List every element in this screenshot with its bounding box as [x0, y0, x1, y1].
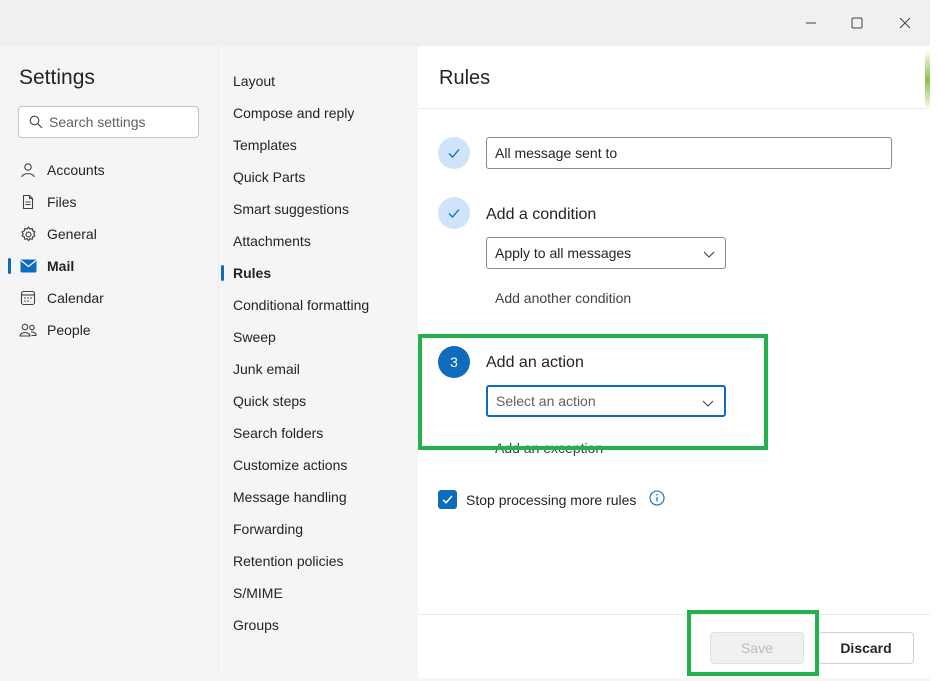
mail-settings-list: Layout Compose and reply Templates Quick…: [219, 65, 419, 641]
rules-header: Rules: [418, 46, 930, 109]
info-icon[interactable]: [649, 490, 667, 508]
rules-panel: Rules All message sent to Add a conditio…: [418, 46, 930, 678]
mail-nav-item-attachments[interactable]: Attachments: [219, 225, 419, 257]
nav-item-label: Calendar: [47, 290, 104, 306]
save-button[interactable]: Save: [710, 632, 804, 664]
mail-nav-item-sweep[interactable]: Sweep: [219, 321, 419, 353]
mail-nav-item-quick-parts[interactable]: Quick Parts: [219, 161, 419, 193]
close-button[interactable]: [894, 12, 916, 34]
rule-name-value: All message sent to: [495, 145, 618, 161]
mail-nav-item-customize-actions[interactable]: Customize actions: [219, 449, 419, 481]
search-settings-box[interactable]: [18, 106, 199, 138]
nav-item-label: People: [47, 322, 91, 338]
condition-dropdown-value: Apply to all messages: [495, 245, 632, 261]
add-another-condition-link[interactable]: Add another condition: [495, 290, 631, 306]
step-1-complete: [438, 137, 470, 169]
checkmark-icon: [442, 495, 453, 504]
settings-category-list: Accounts Files General Mail Calendar Peo…: [0, 154, 218, 346]
add-exception-link[interactable]: Add an exception: [495, 440, 603, 456]
mail-nav-item-layout[interactable]: Layout: [219, 65, 419, 97]
maximize-button[interactable]: [846, 12, 868, 34]
mail-nav-item-message-handling[interactable]: Message handling: [219, 481, 419, 513]
calendar-icon: [19, 289, 37, 307]
nav-item-label: Files: [47, 194, 77, 210]
close-icon: [899, 17, 911, 29]
mail-nav-item-junk-email[interactable]: Junk email: [219, 353, 419, 385]
nav-item-label: Mail: [47, 258, 75, 274]
settings-title: Settings: [19, 66, 95, 89]
add-condition-label: Add a condition: [486, 206, 597, 223]
mail-nav-item-rules[interactable]: Rules: [219, 257, 419, 289]
rules-footer: Save Discard: [418, 614, 930, 678]
search-icon: [29, 115, 43, 129]
mail-nav-item-smart-suggestions[interactable]: Smart suggestions: [219, 193, 419, 225]
nav-item-label: Accounts: [47, 162, 105, 178]
add-action-label: Add an action: [486, 354, 584, 371]
people-icon: [19, 321, 37, 339]
mail-nav-item-compose-and-reply[interactable]: Compose and reply: [219, 97, 419, 129]
maximize-icon: [851, 17, 863, 29]
file-icon: [19, 193, 37, 211]
nav-item-label: General: [47, 226, 97, 242]
stop-processing-label: Stop processing more rules: [466, 492, 637, 508]
condition-dropdown[interactable]: Apply to all messages: [486, 237, 726, 269]
edge-accent: [925, 50, 930, 110]
mail-nav-item-retention-policies[interactable]: Retention policies: [219, 545, 419, 577]
window-edge: [930, 0, 939, 681]
chevron-down-icon: [702, 247, 716, 261]
rule-name-input[interactable]: All message sent to: [486, 137, 892, 169]
nav-item-accounts[interactable]: Accounts: [0, 154, 218, 186]
mail-nav-item-smime[interactable]: S/MIME: [219, 577, 419, 609]
gear-icon: [19, 225, 37, 243]
discard-button[interactable]: Discard: [818, 632, 914, 664]
mail-settings-nav: Layout Compose and reply Templates Quick…: [218, 46, 418, 678]
step-number: 3: [450, 354, 458, 370]
mail-nav-item-groups[interactable]: Groups: [219, 609, 419, 641]
settings-left-nav: Settings Accounts Files: [0, 46, 218, 678]
settings-window: Settings Accounts Files: [0, 0, 930, 678]
mail-nav-item-quick-steps[interactable]: Quick steps: [219, 385, 419, 417]
mail-nav-item-conditional-formatting[interactable]: Conditional formatting: [219, 289, 419, 321]
nav-item-people[interactable]: People: [0, 314, 218, 346]
nav-item-general[interactable]: General: [0, 218, 218, 250]
person-icon: [19, 161, 37, 179]
nav-item-files[interactable]: Files: [0, 186, 218, 218]
chevron-down-icon: [701, 396, 715, 410]
action-dropdown-placeholder: Select an action: [496, 393, 596, 409]
mail-nav-item-search-folders[interactable]: Search folders: [219, 417, 419, 449]
search-settings-input[interactable]: [49, 114, 189, 130]
mail-nav-item-forwarding[interactable]: Forwarding: [219, 513, 419, 545]
mail-icon: [19, 257, 37, 275]
step-3-current: 3: [438, 346, 470, 378]
action-dropdown[interactable]: Select an action: [486, 385, 726, 417]
stop-processing-checkbox[interactable]: [438, 490, 457, 509]
step-2-complete: [438, 197, 470, 229]
nav-item-mail[interactable]: Mail: [0, 250, 218, 282]
minimize-button[interactable]: [800, 12, 822, 34]
page-title: Rules: [439, 67, 491, 89]
mail-nav-item-templates[interactable]: Templates: [219, 129, 419, 161]
minimize-icon: [806, 22, 816, 24]
nav-item-calendar[interactable]: Calendar: [0, 282, 218, 314]
title-bar: [0, 0, 930, 46]
checkmark-icon: [448, 209, 460, 218]
checkmark-icon: [448, 149, 460, 158]
